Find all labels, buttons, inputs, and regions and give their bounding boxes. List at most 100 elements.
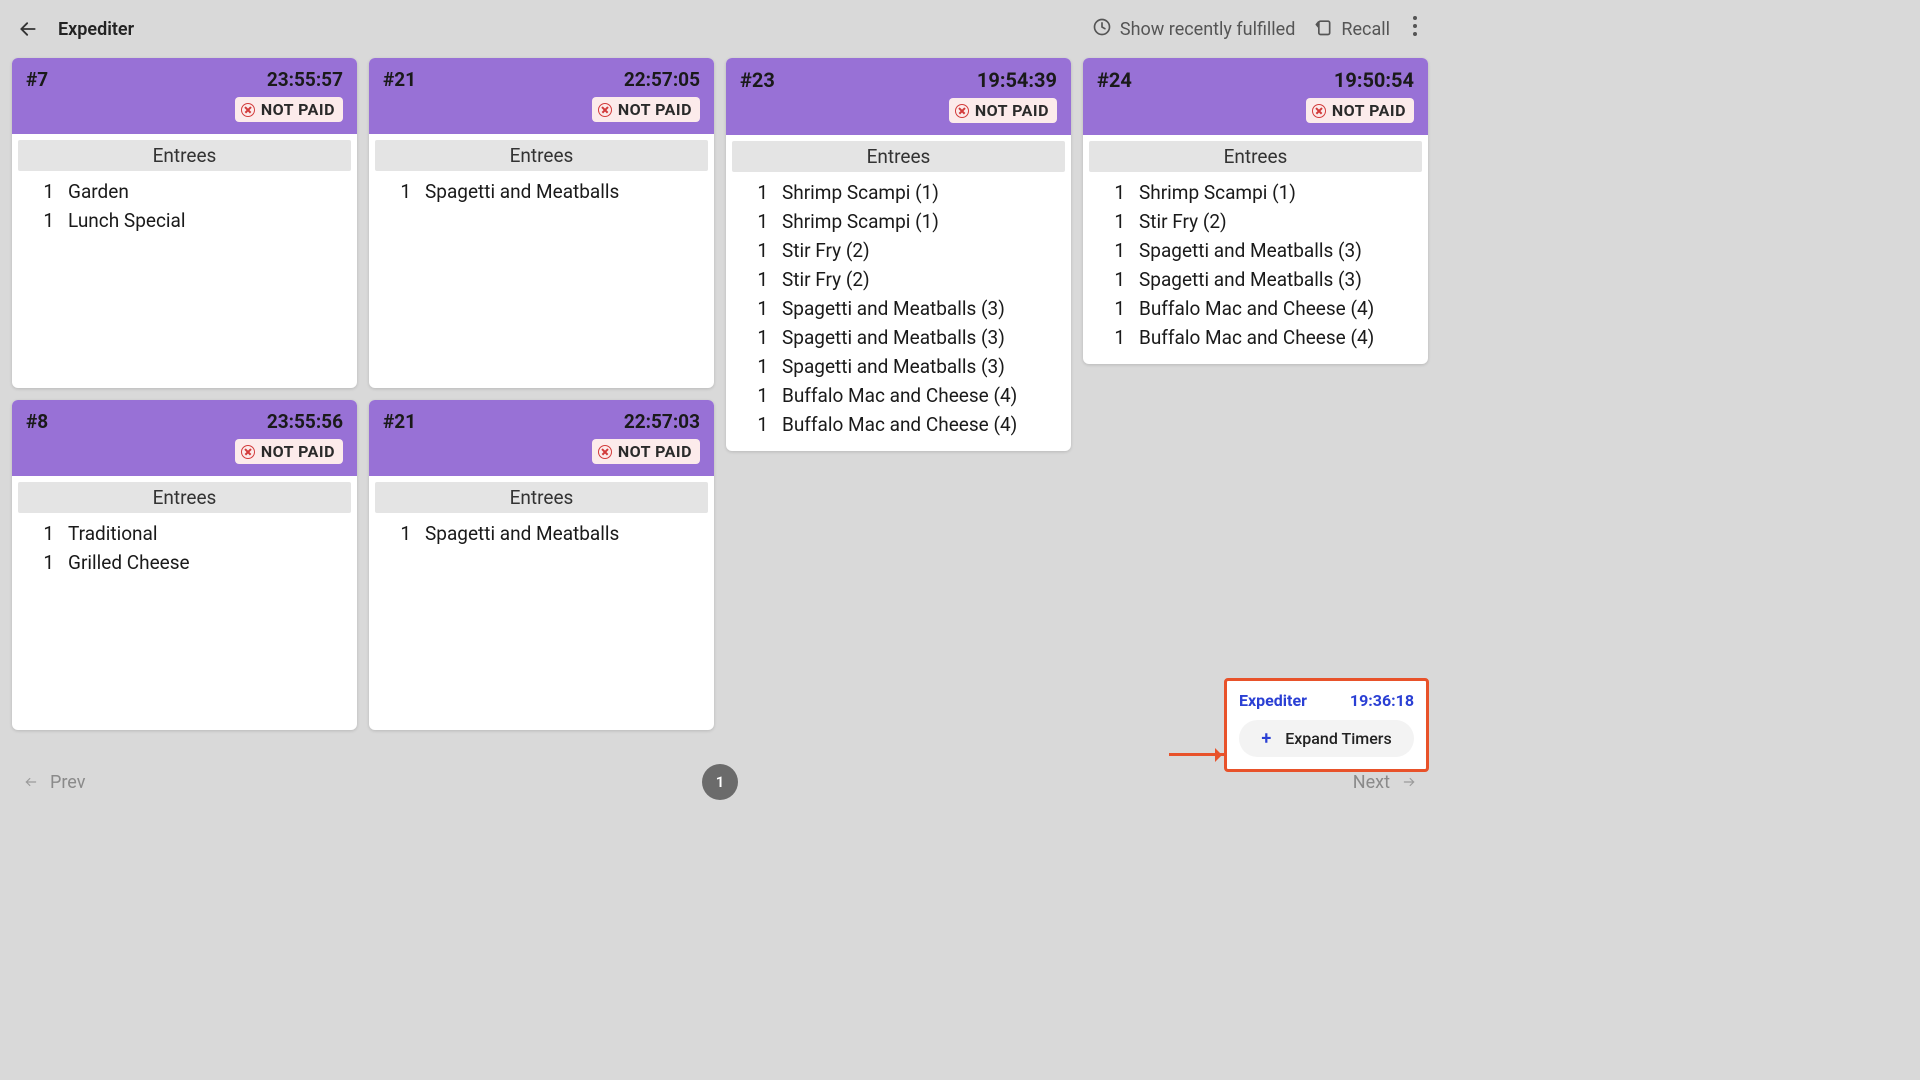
- item-qty: 1: [1091, 268, 1125, 291]
- ticket-item[interactable]: 1Stir Fry (2): [734, 265, 1063, 294]
- ticket[interactable]: #2419:50:54NOT PAIDEntrees1Shrimp Scampi…: [1083, 58, 1428, 364]
- ticket-item[interactable]: 1Spagetti and Meatballs (3): [1091, 236, 1420, 265]
- prev-button[interactable]: Prev: [22, 772, 85, 793]
- ticket-item[interactable]: 1Buffalo Mac and Cheese (4): [1091, 294, 1420, 323]
- ticket-item[interactable]: 1 Stir Fry (2): [734, 236, 1063, 265]
- recall-icon: [1313, 17, 1333, 42]
- ticket-timer: 22:57:03: [624, 410, 700, 433]
- ticket-item[interactable]: 1Spagetti and Meatballs (3): [734, 323, 1063, 352]
- ticket-item[interactable]: 1 Grilled Cheese: [20, 548, 349, 577]
- payment-status-badge: NOT PAID: [949, 98, 1057, 123]
- item-qty: 1: [734, 239, 768, 262]
- item-qty: 1: [734, 384, 768, 407]
- section-header: Entrees: [18, 140, 351, 171]
- ticket-column: #2319:54:39NOT PAIDEntrees1Shrimp Scampi…: [726, 58, 1071, 730]
- ticket[interactable]: #2122:57:05NOT PAIDEntrees1Spagetti and …: [369, 58, 714, 388]
- show-recently-fulfilled-label: Show recently fulfilled: [1120, 19, 1295, 40]
- section-header: Entrees: [1089, 141, 1422, 172]
- not-paid-icon: [1312, 104, 1326, 118]
- ticket-id: #8: [26, 410, 48, 433]
- item-qty: 1: [377, 522, 411, 545]
- payment-status-label: NOT PAID: [618, 442, 692, 461]
- ticket-item[interactable]: 1Spagetti and Meatballs: [377, 177, 706, 206]
- payment-status-label: NOT PAID: [261, 442, 335, 461]
- ticket[interactable]: #2319:54:39NOT PAIDEntrees1Shrimp Scampi…: [726, 58, 1071, 451]
- ticket-item[interactable]: 1Shrimp Scampi (1): [734, 178, 1063, 207]
- ticket-item[interactable]: 1 Shrimp Scampi (1): [1091, 178, 1420, 207]
- not-paid-icon: [241, 445, 255, 459]
- ticket-item[interactable]: 1 Garden: [20, 177, 349, 206]
- item-name: Shrimp Scampi (1): [782, 210, 939, 233]
- show-recently-fulfilled-button[interactable]: Show recently fulfilled: [1092, 17, 1295, 42]
- ticket-item[interactable]: 1Spagetti and Meatballs (3): [734, 294, 1063, 323]
- ticket-header: #8 23:55:56 NOT PAID: [12, 400, 357, 476]
- page-title: Expediter: [58, 19, 134, 40]
- item-name: Spagetti and Meatballs: [425, 522, 619, 545]
- item-name: Buffalo Mac and Cheese (4): [1139, 297, 1374, 320]
- page-number: 1: [716, 773, 725, 791]
- back-arrow-icon[interactable]: [18, 19, 38, 39]
- item-name: Spagetti and Meatballs (3): [782, 297, 1005, 320]
- item-name: Spagetti and Meatballs (3): [1139, 268, 1362, 291]
- ticket-items: 1Shrimp Scampi (1)1Stir Fry (2)1Spagetti…: [1083, 176, 1428, 364]
- ticket-items: 1 Traditional 1 Grilled Cheese: [12, 517, 357, 589]
- page-indicator[interactable]: 1: [702, 764, 738, 800]
- item-name: Buffalo Mac and Cheese (4): [782, 413, 1017, 436]
- ticket-item[interactable]: 1 Shrimp Scampi (1): [734, 207, 1063, 236]
- item-qty: 1: [1091, 239, 1125, 262]
- overflow-menu-button[interactable]: [1408, 15, 1422, 43]
- timer-widget-title: Expediter: [1239, 691, 1307, 710]
- not-paid-icon: [598, 445, 612, 459]
- ticket-timer: 19:54:39: [977, 68, 1057, 92]
- ticket-item[interactable]: 1 Buffalo Mac and Cheese (4): [734, 381, 1063, 410]
- payment-status-badge: NOT PAID: [1306, 98, 1414, 123]
- next-label: Next: [1353, 772, 1390, 793]
- footer-bar: Prev 1 Next: [0, 754, 1440, 810]
- ticket-item[interactable]: 1 Spagetti and Meatballs (3): [1091, 265, 1420, 294]
- item-qty: 1: [734, 210, 768, 233]
- item-name: Stir Fry (2): [782, 268, 870, 291]
- ticket-item[interactable]: 1Buffalo Mac and Cheese (4): [1091, 323, 1420, 352]
- expand-timers-button[interactable]: + Expand Timers: [1239, 720, 1414, 757]
- section-header: Entrees: [18, 482, 351, 513]
- top-bar: Expediter Show recently fulfilled Recall: [0, 0, 1440, 58]
- ticket[interactable]: #8 23:55:56 NOT PAID Entrees 1 Traditional 1 Gr…: [12, 400, 357, 730]
- ticket-id: #23: [740, 68, 775, 92]
- plus-icon: +: [1261, 728, 1271, 749]
- recall-button[interactable]: Recall: [1313, 17, 1390, 42]
- next-button[interactable]: Next: [1353, 772, 1418, 793]
- item-qty: 1: [1091, 181, 1125, 204]
- ticket-item[interactable]: 1Lunch Special: [20, 206, 349, 235]
- item-name: Grilled Cheese: [68, 551, 190, 574]
- item-qty: 1: [734, 326, 768, 349]
- item-name: Traditional: [68, 522, 158, 545]
- ticket[interactable]: #723:55:57NOT PAIDEntrees1Garden1Lunch S…: [12, 58, 357, 388]
- ticket-id: #21: [383, 68, 416, 91]
- ticket-header: #21 22:57:05 NOT PAID: [369, 58, 714, 134]
- ticket-item[interactable]: 1 Traditional: [20, 519, 349, 548]
- item-name: Buffalo Mac and Cheese (4): [782, 384, 1017, 407]
- item-name: Shrimp Scampi (1): [1139, 181, 1296, 204]
- ticket-item[interactable]: 1 Spagetti and Meatballs: [377, 519, 706, 548]
- ticket-timer: 22:57:05: [624, 68, 700, 91]
- not-paid-icon: [598, 103, 612, 117]
- payment-status-badge: NOT PAID: [592, 97, 700, 122]
- item-qty: 1: [20, 551, 54, 574]
- ticket-timer: 23:55:57: [267, 68, 343, 91]
- ticket-item[interactable]: 1Stir Fry (2): [1091, 207, 1420, 236]
- ticket[interactable]: #2122:57:03NOT PAIDEntrees1Spagetti and …: [369, 400, 714, 730]
- item-name: Stir Fry (2): [782, 239, 870, 262]
- ticket-header: #23 19:54:39 NOT PAID: [726, 58, 1071, 135]
- expand-timers-label: Expand Timers: [1285, 729, 1391, 748]
- payment-status-badge: NOT PAID: [592, 439, 700, 464]
- section-header: Entrees: [375, 482, 708, 513]
- ticket-item[interactable]: 1Spagetti and Meatballs (3): [734, 352, 1063, 381]
- item-name: Buffalo Mac and Cheese (4): [1139, 326, 1374, 349]
- item-name: Garden: [68, 180, 129, 203]
- ticket-item[interactable]: 1Buffalo Mac and Cheese (4): [734, 410, 1063, 439]
- ticket-id: #24: [1097, 68, 1132, 92]
- item-qty: 1: [20, 522, 54, 545]
- prev-label: Prev: [50, 772, 85, 793]
- ticket-timer: 23:55:56: [267, 410, 343, 433]
- item-qty: 1: [20, 180, 54, 203]
